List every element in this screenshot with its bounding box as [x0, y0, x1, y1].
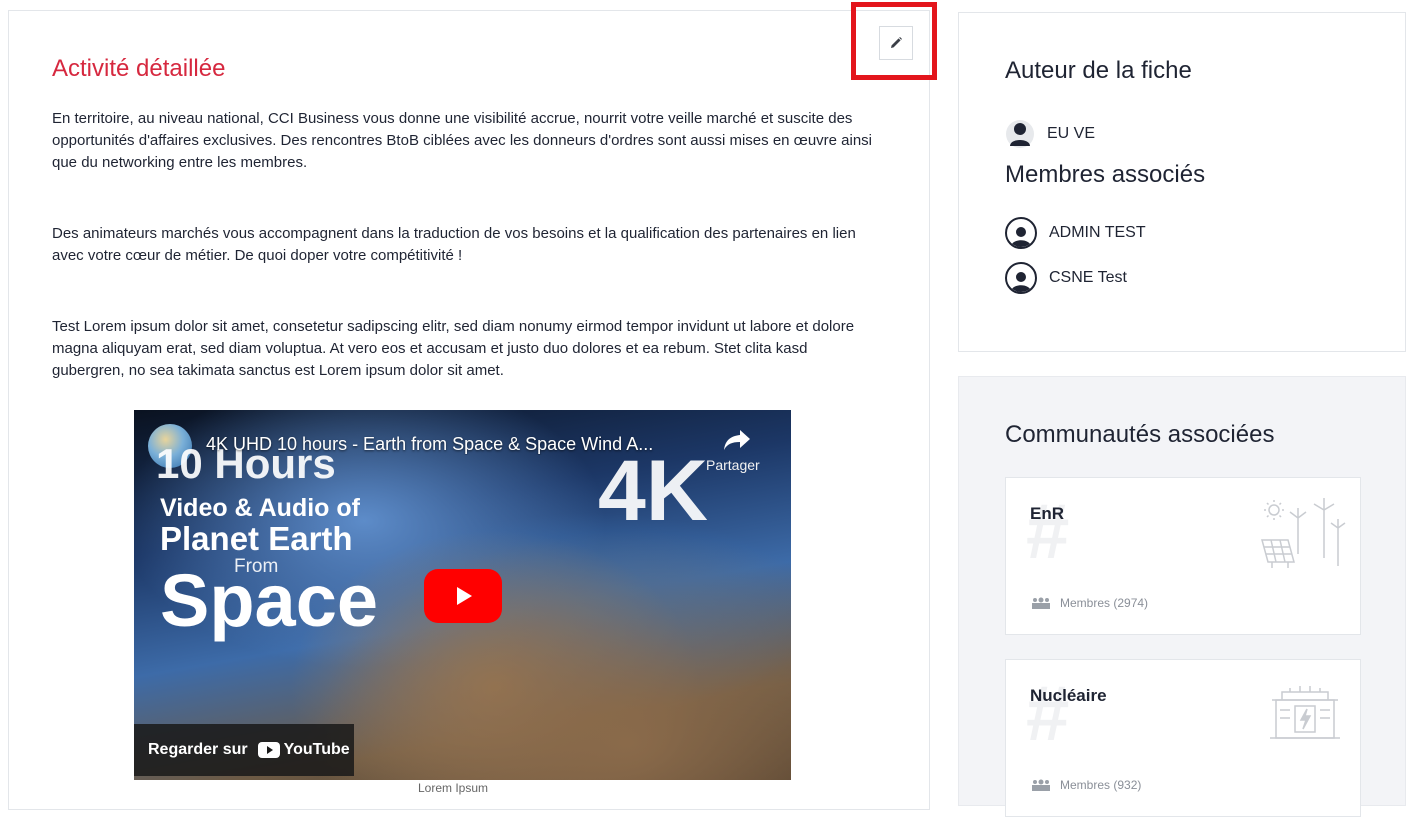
- youtube-play-icon: [257, 742, 280, 758]
- community-name: Nucléaire: [1030, 686, 1107, 705]
- author-name: EU VE: [1047, 125, 1096, 142]
- communities-panel: Communautés associées # EnR Membres (297…: [958, 376, 1406, 817]
- video-title[interactable]: 4K UHD 10 hours - Earth from Space & Spa…: [206, 434, 726, 455]
- author-card: Auteur de la fiche EU VE Membres associé…: [958, 12, 1406, 352]
- community-members: Membres (2974): [1030, 596, 1148, 610]
- user-icon: [1006, 120, 1034, 148]
- hash-watermark-icon: #: [1026, 487, 1070, 575]
- youtube-video-embed[interactable]: 10 Hours Video & Audio of Planet Earth F…: [134, 410, 791, 780]
- thumbnail-line-4: Space: [160, 559, 379, 642]
- watch-on-label: Regarder sur: [148, 741, 248, 758]
- hash-watermark-icon: #: [1026, 669, 1070, 757]
- paragraph-intro: En territoire, au niveau national, CCI B…: [52, 110, 873, 171]
- community-members: Membres (932): [1030, 778, 1141, 792]
- author-item[interactable]: EU VE: [1005, 119, 1095, 149]
- thumbnail-line-1: Video & Audio of: [160, 494, 360, 522]
- user-avatar-icon: [1005, 262, 1037, 294]
- member-item[interactable]: CSNE Test: [1005, 262, 1127, 294]
- members-icon: [1032, 779, 1050, 791]
- author-heading: Auteur de la fiche: [1005, 57, 1192, 84]
- paragraph-animators: Des animateurs marchés vous accompagnent…: [52, 225, 856, 264]
- community-members-count: Membres (2974): [1060, 596, 1149, 610]
- youtube-logo: YouTube: [257, 741, 350, 759]
- renewable-energy-icon: [1261, 498, 1346, 568]
- nuclear-plant-icon: [1270, 686, 1340, 739]
- community-members-count: Membres (932): [1060, 778, 1142, 792]
- members-icon: [1032, 597, 1050, 609]
- communities-heading: Communautés associées: [1005, 421, 1275, 448]
- share-icon[interactable]: [722, 428, 752, 452]
- members-heading: Membres associés: [1005, 161, 1206, 188]
- thumbnail-4k-badge: 4K: [598, 443, 708, 539]
- member-item[interactable]: ADMIN TEST: [1005, 217, 1146, 249]
- play-button[interactable]: [424, 569, 502, 623]
- user-avatar-icon: [1005, 217, 1037, 249]
- community-card-enr[interactable]: # EnR Membres (2974): [1005, 477, 1361, 635]
- pencil-icon: [891, 37, 902, 48]
- community-card-nucleaire[interactable]: # Nucléaire Membres (932): [1005, 659, 1361, 817]
- edit-button[interactable]: [879, 26, 913, 60]
- paragraph-lorem: Test Lorem ipsum dolor sit amet, consete…: [52, 318, 855, 379]
- member-name: ADMIN TEST: [1049, 224, 1146, 241]
- thumbnail-line-2: Planet Earth: [160, 520, 353, 557]
- watch-on-youtube-button[interactable]: Regarder sur YouTube: [134, 724, 354, 776]
- share-label[interactable]: Partager: [706, 457, 760, 473]
- section-title: Activité détaillée: [52, 55, 226, 82]
- community-name: EnR: [1030, 504, 1064, 523]
- play-icon: [457, 587, 472, 605]
- member-name: CSNE Test: [1049, 269, 1127, 286]
- youtube-wordmark: YouTube: [283, 741, 350, 758]
